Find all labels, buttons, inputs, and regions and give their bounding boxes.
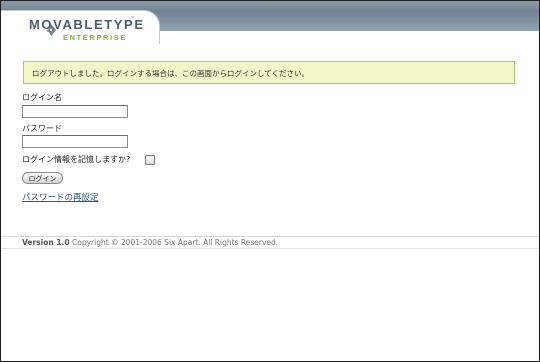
login-button[interactable]: ログイン bbox=[22, 172, 63, 184]
password-input[interactable] bbox=[22, 135, 128, 148]
pen-nib-icon bbox=[46, 24, 56, 36]
login-window: MOVABLETYPE ™ ENTERPRISE ログアウトしました。ログインす… bbox=[0, 0, 540, 362]
username-input[interactable] bbox=[22, 105, 128, 118]
password-reset-link[interactable]: パスワードの再設定 bbox=[22, 191, 99, 203]
footer-divider bbox=[1, 236, 539, 237]
app-header: MOVABLETYPE ™ ENTERPRISE bbox=[1, 1, 539, 47]
logo-trademark: ™ bbox=[130, 16, 135, 22]
logo-subtitle: ENTERPRISE bbox=[63, 33, 127, 42]
remember-label: ログイン情報を記憶しますか? bbox=[22, 155, 131, 164]
footer-divider-bottom bbox=[1, 248, 539, 249]
logout-message: ログアウトしました。ログインする場合は、この画面からログインしてください。 bbox=[23, 61, 515, 84]
header-band bbox=[151, 10, 539, 31]
remember-checkbox[interactable] bbox=[145, 155, 155, 165]
footer-version: Version 1.0 bbox=[22, 238, 70, 247]
footer: Version 1.0 Copyright © 2001-2006 Six Ap… bbox=[22, 238, 278, 247]
username-label: ログイン名 bbox=[22, 93, 62, 102]
password-label: パスワード bbox=[22, 124, 62, 133]
footer-copyright: Copyright © 2001-2006 Six Apart. All Rig… bbox=[72, 238, 279, 247]
